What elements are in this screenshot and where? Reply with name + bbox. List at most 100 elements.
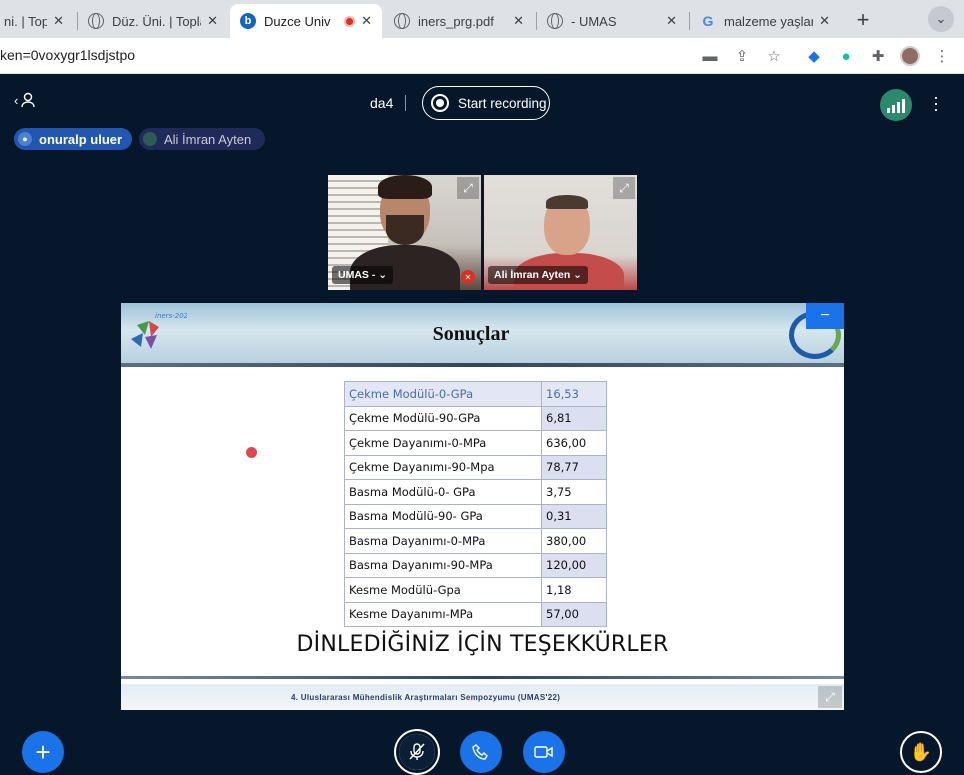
- results-table: Çekme Modülü-0-GPa 16,53 Çekme Modülü-90-G…: [344, 381, 607, 627]
- slide-title: Sonuçlar: [432, 323, 510, 345]
- tab-title: ni. | Topla: [4, 13, 48, 29]
- tab-title: Duzce Univ: [264, 13, 331, 29]
- browser-tab[interactable]: iners_prg.pdf ✕: [384, 4, 534, 38]
- globe-icon: [547, 13, 563, 29]
- globe-icon: [394, 13, 410, 29]
- talking-indicator[interactable]: Ali İmran Ayten: [139, 128, 265, 150]
- property-name-cell: Çekme Modülü-0-GPa: [344, 381, 542, 407]
- property-name-cell: Çekme Dayanımı-0-MPa: [344, 430, 542, 456]
- camera-in-use-icon[interactable]: ▬: [700, 46, 720, 66]
- extension-cube-icon[interactable]: ◆: [804, 46, 824, 66]
- symposium-name: 4. Uluslararası Mühendislik Araştırmalar…: [291, 693, 561, 702]
- record-icon: [431, 94, 449, 112]
- start-recording-button[interactable]: Start recording: [422, 86, 550, 120]
- table-row: Çekme Dayanımı-90-Mpa 78,77: [344, 454, 607, 480]
- address-bar: ken=0voxygr1lsdjstpo ▬ ⇪ ☆ ◆ ● ✚ ⋮: [0, 38, 964, 74]
- tab-title: Düz. Üni. | Topla: [112, 13, 202, 29]
- muted-microphone-icon: [399, 734, 435, 770]
- hand-icon: ✋: [909, 741, 933, 762]
- user-list-toggle[interactable]: ‹: [14, 92, 36, 108]
- property-value-cell: 3,75: [541, 479, 607, 505]
- svg-text:iners-2022: iners-2022: [155, 312, 187, 320]
- webcam-person: [378, 175, 432, 199]
- bookmark-star-icon[interactable]: ☆: [764, 46, 784, 66]
- chevron-left-icon: ‹: [14, 92, 19, 108]
- property-name-cell: Kesme Modülü-Gpa: [344, 577, 542, 603]
- share-icon[interactable]: ⇪: [732, 46, 752, 66]
- thank-you-text: DİNLEDİĞİNİZ İÇİN TEŞEKKÜRLER: [296, 632, 669, 657]
- user-icon: [21, 92, 36, 108]
- slide-footer-line: [121, 676, 844, 679]
- presentation-slide: iners-2022 Sonuçlar − Çekme Modülü-0-GPa…: [121, 303, 844, 710]
- minimize-presentation-button[interactable]: −: [806, 303, 844, 329]
- actions-plus-button[interactable]: +: [22, 731, 64, 773]
- property-name-cell: Çekme Modülü-90-GPa: [344, 405, 542, 431]
- slide-footer: 4. Uluslararası Mühendislik Araştırmalar…: [121, 684, 844, 710]
- webcam-user-name: Ali İmran Ayten: [494, 269, 571, 281]
- phone-icon: [472, 744, 488, 760]
- unmute-microphone-button[interactable]: [396, 731, 438, 773]
- tab-search-chevron-icon[interactable]: ⌄: [928, 6, 954, 32]
- meeting-title: da4: [370, 95, 394, 111]
- header-divider: [405, 95, 406, 111]
- expand-icon[interactable]: ⤢: [613, 177, 635, 199]
- profile-avatar[interactable]: [900, 46, 920, 66]
- browser-tab[interactable]: G malzeme yaşlan ✕: [690, 4, 840, 38]
- tab-title: iners_prg.pdf: [418, 13, 494, 29]
- presenter-pointer: [246, 447, 257, 458]
- start-recording-label: Start recording: [458, 95, 547, 111]
- webcam-user-label[interactable]: UMAS - ⌄: [332, 266, 394, 284]
- chevron-down-icon: ⌄: [375, 269, 388, 281]
- property-name-cell: Basma Modülü-0- GPa: [344, 479, 542, 505]
- property-value-cell: 16,53: [541, 381, 607, 407]
- extensions-puzzle-icon[interactable]: ✚: [868, 46, 888, 66]
- table-row: Basma Modülü-90- GPa 0,31: [344, 503, 607, 529]
- table-row: Basma Modülü-0- GPa 3,75: [344, 479, 607, 505]
- webcam-share-button[interactable]: [523, 731, 565, 773]
- table-row: Çekme Modülü-90-GPa 6,81: [344, 405, 607, 431]
- close-icon[interactable]: ✕: [666, 13, 677, 29]
- options-menu-icon[interactable]: · · ·: [928, 88, 944, 118]
- browser-tab[interactable]: - UMAS ✕: [537, 4, 687, 38]
- table-row: Kesme Dayanımı-MPa 57,00: [344, 601, 607, 627]
- close-icon[interactable]: ✕: [53, 13, 64, 29]
- close-icon[interactable]: ✕: [513, 13, 524, 29]
- property-value-cell: 78,77: [541, 454, 607, 480]
- google-icon: G: [702, 13, 714, 29]
- microphone-icon: ●: [18, 132, 32, 146]
- table-row: Basma Dayanımı-90-MPa 120,00: [344, 552, 607, 578]
- close-icon[interactable]: ✕: [819, 13, 830, 29]
- expand-icon[interactable]: ⤢: [457, 177, 479, 199]
- property-name-cell: Basma Dayanımı-0-MPa: [344, 528, 542, 554]
- talking-indicator[interactable]: ● onuralp uluer: [14, 128, 132, 150]
- webcam-user-name: UMAS -: [338, 269, 376, 281]
- video-camera-icon: [534, 746, 553, 758]
- talker-name: Ali İmran Ayten: [164, 131, 252, 147]
- property-value-cell: 1,18: [541, 577, 607, 603]
- grammarly-icon[interactable]: ●: [836, 46, 856, 66]
- property-name-cell: Kesme Dayanımı-MPa: [344, 601, 542, 627]
- fullscreen-icon[interactable]: ⤢: [818, 686, 842, 708]
- webcam-person: [386, 215, 424, 245]
- property-name-cell: Çekme Dayanımı-90-Mpa: [344, 454, 542, 480]
- browser-menu-icon[interactable]: ⋮: [932, 46, 952, 66]
- close-icon[interactable]: ✕: [361, 13, 372, 29]
- webcam-user-label[interactable]: Ali İmran Ayten ⌄: [488, 266, 588, 284]
- new-tab-button[interactable]: +: [849, 6, 877, 34]
- browser-tab-strip: ni. | Topla ✕ Düz. Üni. | Topla ✕ b Duzc…: [0, 0, 964, 38]
- webcam-tile[interactable]: UMAS - ⌄ ✕ ⤢: [328, 175, 481, 290]
- browser-tab-active[interactable]: b Duzce Univ ✕: [230, 4, 382, 38]
- browser-tab[interactable]: Düz. Üni. | Topla ✕: [78, 4, 228, 38]
- connection-status-button[interactable]: [880, 89, 912, 121]
- table-row: Basma Dayanımı-0-MPa 380,00: [344, 528, 607, 554]
- close-icon[interactable]: ✕: [207, 13, 218, 29]
- raise-hand-button[interactable]: ✋: [900, 731, 942, 773]
- property-value-cell: 636,00: [541, 430, 607, 456]
- webcam-tile[interactable]: Ali İmran Ayten ⌄ ⤢: [484, 175, 637, 290]
- url-field[interactable]: ken=0voxygr1lsdjstpo: [0, 47, 135, 63]
- webcam-person: [546, 195, 588, 209]
- property-value-cell: 120,00: [541, 552, 607, 578]
- property-value-cell: 380,00: [541, 528, 607, 554]
- audio-phone-button[interactable]: [460, 731, 502, 773]
- browser-tab[interactable]: ni. | Topla ✕: [0, 4, 74, 38]
